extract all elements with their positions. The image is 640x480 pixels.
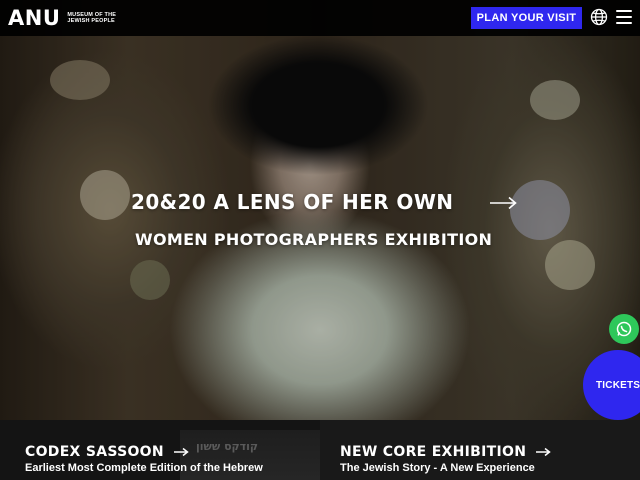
arrow-right-icon[interactable] — [489, 196, 517, 210]
logo-subtitle: Museum of the Jewish People — [67, 12, 117, 24]
logo-mark: ANU — [8, 6, 61, 30]
site-header: ANU Museum of the Jewish People PLAN YOU… — [0, 0, 640, 36]
arrow-right-icon — [174, 447, 189, 457]
panel-description: The Jewish Story - A New Experience — [340, 462, 535, 474]
hero-subtitle: WOMEN PHOTOGRAPHERS EXHIBITION — [135, 230, 493, 249]
plan-your-visit-button[interactable]: PLAN YOUR VISIT — [471, 7, 582, 29]
panel-new-core-exhibition[interactable]: NEW CORE EXHIBITION The Jewish Story - A… — [320, 420, 640, 480]
hamburger-menu-icon[interactable] — [616, 10, 632, 24]
feature-panels: קודקס ששון CODEX SASSOON Earliest Most C… — [0, 420, 640, 480]
whatsapp-icon — [616, 321, 632, 337]
panel-codex-sassoon[interactable]: קודקס ששון CODEX SASSOON Earliest Most C… — [0, 420, 320, 480]
hero-title[interactable]: 20&20 A LENS OF HER OWN — [131, 190, 453, 214]
anu-logo[interactable]: ANU Museum of the Jewish People — [8, 6, 123, 30]
arrow-right-icon — [536, 447, 552, 457]
panel-description: Earliest Most Complete Edition of the He… — [25, 462, 263, 474]
panel-title[interactable]: NEW CORE EXHIBITION — [340, 444, 552, 460]
globe-icon[interactable] — [590, 8, 608, 26]
panel-title-text: NEW CORE EXHIBITION — [340, 444, 527, 460]
whatsapp-button[interactable] — [609, 314, 639, 344]
panel-title[interactable]: CODEX SASSOON — [25, 444, 189, 460]
panel-title-text: CODEX SASSOON — [25, 444, 164, 460]
